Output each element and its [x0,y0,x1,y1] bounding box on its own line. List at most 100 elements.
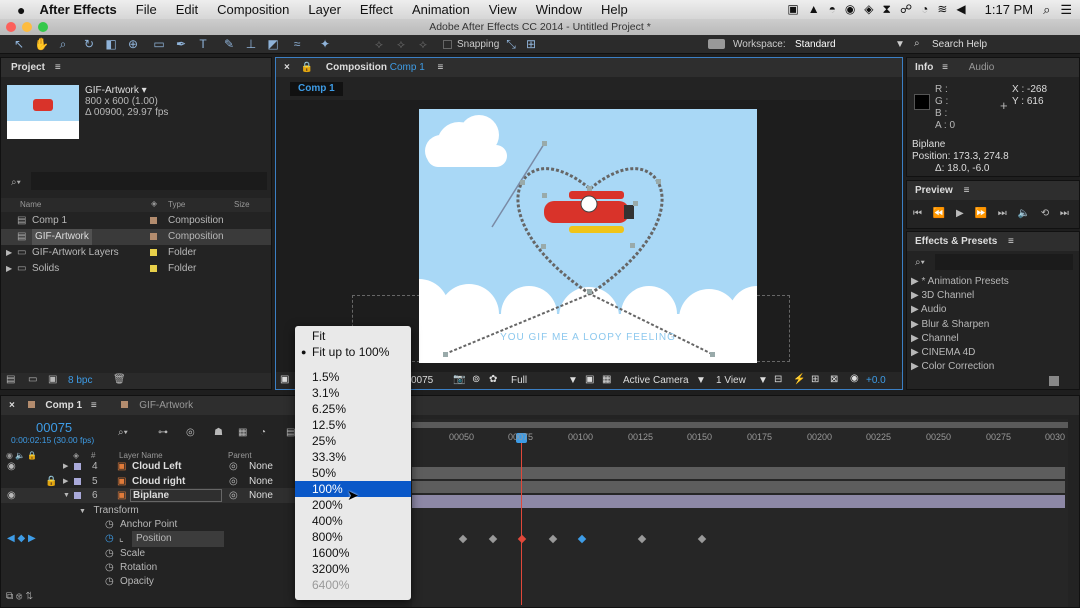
rectangle-tool-icon[interactable]: ▭ [152,37,166,51]
timeline-tab-comp1[interactable]: Comp 1 [45,400,82,411]
menu-view[interactable]: View [489,2,517,17]
transparency-grid-icon[interactable]: ▦ [602,374,611,385]
timeline-tab-gif-artwork[interactable]: GIF-Artwork [139,400,193,411]
toggle-pixel-aspect-icon[interactable]: ⊟ [774,374,782,385]
layer-label-swatch[interactable] [74,478,81,485]
axis-view-icon[interactable]: ⟡ [416,37,430,51]
draft-3d-icon[interactable]: ◎ [186,427,195,438]
menu-help[interactable]: Help [601,2,628,17]
layer-bar[interactable] [412,467,1065,479]
minimize-window-icon[interactable] [22,22,32,32]
rotate-tool-icon[interactable]: ↻ [82,37,96,51]
close-window-icon[interactable] [6,22,16,32]
parent-select[interactable]: None [249,459,273,475]
type-tool-icon[interactable]: T [196,37,210,51]
lock-icon[interactable]: 🔒 [301,62,313,73]
visibility-icon[interactable]: ◉ [7,459,16,475]
exposure-value[interactable]: +0.0 [866,375,886,386]
search-help-input[interactable]: Search Help [932,39,987,50]
layer-label-swatch[interactable] [74,492,81,499]
toggle-switches-icon[interactable]: ⧉ ⊛ ⇅ [6,591,33,602]
current-time-field[interactable]: 0075 [411,375,433,386]
zoom-option[interactable]: 3.1% [295,385,411,401]
work-area-bar[interactable] [412,422,1068,428]
camera-dropdown-icon[interactable]: ▼ [696,375,706,386]
next-frame-icon[interactable]: ⏩ [975,208,987,219]
project-item[interactable]: ▶ ▭ Solids Folder [1,261,271,277]
info-tab[interactable]: Info [915,62,933,73]
zoom-option-fit-up-to-100[interactable]: ● Fit up to 100% [295,344,411,360]
footage-name[interactable]: GIF-Artwork ▾ [85,85,147,96]
ram-preview-icon[interactable]: ⏭ [1060,208,1069,219]
layer-bar[interactable] [412,495,1065,508]
panel-menu-icon[interactable]: ≡ [964,185,970,196]
workspace-select[interactable]: Standard [795,39,836,50]
menu-window[interactable]: Window [536,2,582,17]
zoom-option[interactable]: 400% [295,513,411,529]
apple-icon[interactable]: ● [17,2,25,18]
zoom-option[interactable]: 25% [295,433,411,449]
brush-tool-icon[interactable]: ✎ [222,37,236,51]
workspace-dropdown-icon[interactable]: ▼ [895,39,905,50]
expand-triangle-icon[interactable]: ▶ [6,261,12,277]
selection-tool-icon[interactable]: ↖ [12,37,26,51]
close-tab-icon[interactable]: × [9,400,15,411]
menu-edit[interactable]: Edit [176,2,198,17]
pan-behind-tool-icon[interactable]: ⊕ [126,37,140,51]
expand-triangle-icon[interactable]: ▶ [6,245,12,261]
menu-composition[interactable]: Composition [217,2,289,17]
zoom-option[interactable]: 6.25% [295,401,411,417]
parent-pickwhip-icon[interactable]: ◎ [229,488,238,504]
parent-select[interactable]: None [249,488,273,504]
trash-icon[interactable]: 🗑 [113,374,126,385]
hand-tool-icon[interactable]: ✋ [34,37,49,51]
panel-menu-icon[interactable]: ≡ [438,62,444,73]
effects-search-icon[interactable]: ⌕▾ [915,257,925,268]
composition-tab-name[interactable]: Comp 1 [390,62,425,73]
region-of-interest-icon[interactable]: ▣ [585,374,594,385]
zoom-option[interactable]: 1.5% [295,369,411,385]
panel-menu-icon[interactable]: ≡ [55,62,61,73]
zoom-option[interactable]: 12.5% [295,417,411,433]
previous-frame-icon[interactable]: ⏪ [933,208,945,219]
expand-triangle-icon[interactable]: ▶ [63,459,68,475]
timeline-icon[interactable]: ⊞ [811,374,819,385]
keyframe-nav-icons[interactable]: ◀ ◆ ▶ [7,531,36,547]
zoom-option-fit[interactable]: Fit [295,328,411,344]
channel-icon[interactable]: ⊚ [472,374,480,385]
camera-select[interactable]: Active Camera [623,375,689,386]
panel-menu-icon[interactable]: ≡ [1008,236,1014,247]
axis-world-icon[interactable]: ⟡ [394,37,408,51]
menu-animation[interactable]: Animation [412,2,470,17]
visibility-icon[interactable]: ◉ [7,488,16,504]
motion-blur-icon[interactable]: ◔ [260,427,266,438]
collapse-triangle-icon[interactable]: ▼ [63,488,70,504]
clone-stamp-tool-icon[interactable]: ⊥ [244,37,258,51]
layer-bar[interactable] [412,481,1065,493]
zoom-tool-icon[interactable]: ⌕ [56,37,70,51]
menu-file[interactable]: File [136,2,157,17]
frame-blending-icon[interactable]: ▦ [238,427,247,438]
always-preview-icon[interactable]: ▣ [280,374,289,385]
zoom-option[interactable]: 1600% [295,545,411,561]
pen-tool-icon[interactable]: ✒ [174,37,188,51]
vr-icon[interactable] [708,39,725,49]
comp-mini-flowchart-icon[interactable]: ⊶ [158,427,168,438]
zoom-window-icon[interactable] [38,22,48,32]
interpret-footage-icon[interactable]: ▤ [6,374,15,385]
col-size-header[interactable]: Size [234,200,250,209]
project-item[interactable]: ▶ ▭ GIF-Artwork Layers Folder [1,245,271,261]
bit-depth-button[interactable]: 8 bpc [68,375,92,386]
loop-icon[interactable]: ⟲ [1041,208,1049,219]
comp-flowchart-icon[interactable]: ⊠ [830,374,838,385]
resolution-dropdown-icon[interactable]: ▼ [568,375,578,386]
panel-menu-icon[interactable]: ≡ [91,400,97,411]
zoom-option[interactable]: 50% [295,465,411,481]
zoom-option[interactable]: 33.3% [295,449,411,465]
graph-icon[interactable]: ⌞ [119,531,124,547]
comp-subtab[interactable]: Comp 1 [290,82,343,96]
spotlight-icon[interactable]: ⌕ [1043,2,1050,18]
axis-local-icon[interactable]: ⟡ [372,37,386,51]
search-icon[interactable]: ⌕ [914,38,920,49]
snap-icon[interactable]: ⤡ [504,37,518,51]
